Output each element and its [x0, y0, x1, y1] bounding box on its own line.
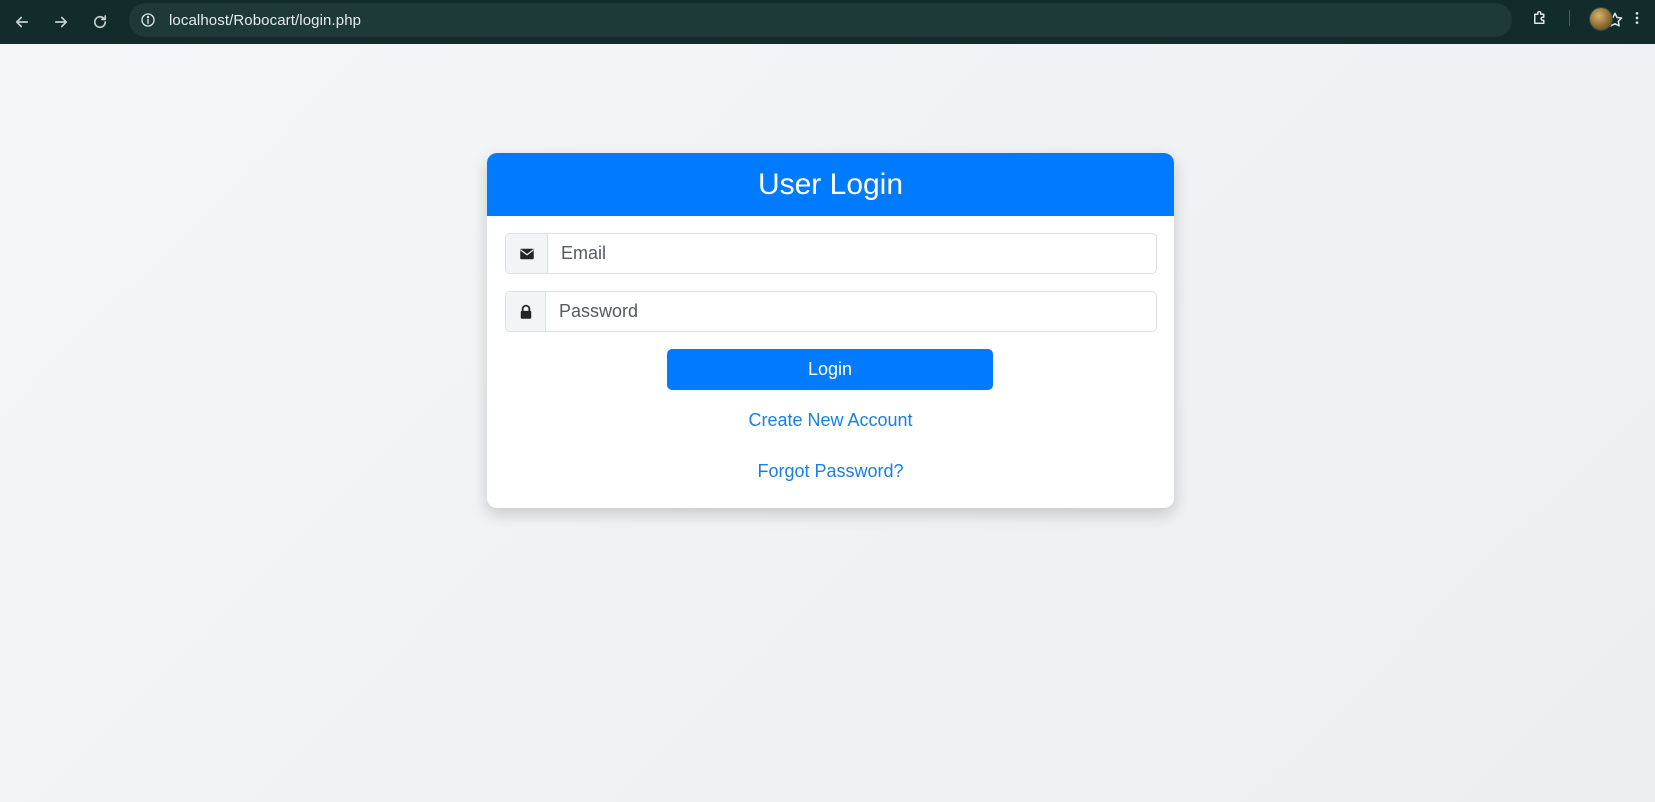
email-addon: [506, 234, 548, 273]
url-text[interactable]: localhost/Robocart/login.php: [169, 12, 361, 29]
browser-toolbar: localhost/Robocart/login.php: [0, 0, 1655, 44]
reload-icon: [93, 15, 107, 29]
login-card: User Login Login Create New Account Forg…: [487, 153, 1174, 508]
login-header: User Login: [487, 153, 1174, 216]
puzzle-icon: [1534, 10, 1545, 24]
email-input-group: [505, 233, 1157, 274]
email-field[interactable]: [548, 234, 1156, 273]
login-button[interactable]: Login: [667, 349, 993, 390]
password-field[interactable]: [546, 292, 1156, 331]
lock-icon: [520, 304, 531, 319]
forgot-password-link[interactable]: Forgot Password?: [487, 461, 1174, 482]
extensions-button[interactable]: [1529, 7, 1551, 29]
browser-menu-button[interactable]: [1627, 7, 1647, 29]
password-input-group: [505, 291, 1157, 332]
kebab-menu-icon: [1635, 12, 1639, 24]
password-addon: [506, 292, 546, 331]
toolbar-divider: [1569, 10, 1570, 26]
create-account-link[interactable]: Create New Account: [487, 410, 1174, 431]
page-title: User Login: [757, 167, 904, 201]
arrow-right-icon: [54, 16, 68, 28]
envelope-icon: [519, 248, 534, 259]
arrow-left-icon: [15, 16, 29, 28]
site-info-button[interactable]: [137, 9, 159, 31]
address-bar[interactable]: localhost/Robocart/login.php: [129, 3, 1623, 37]
back-button[interactable]: [7, 7, 37, 37]
forward-button[interactable]: [46, 7, 76, 37]
info-icon: [141, 13, 155, 27]
profile-avatar[interactable]: [1589, 7, 1613, 31]
reload-button[interactable]: [85, 7, 115, 37]
